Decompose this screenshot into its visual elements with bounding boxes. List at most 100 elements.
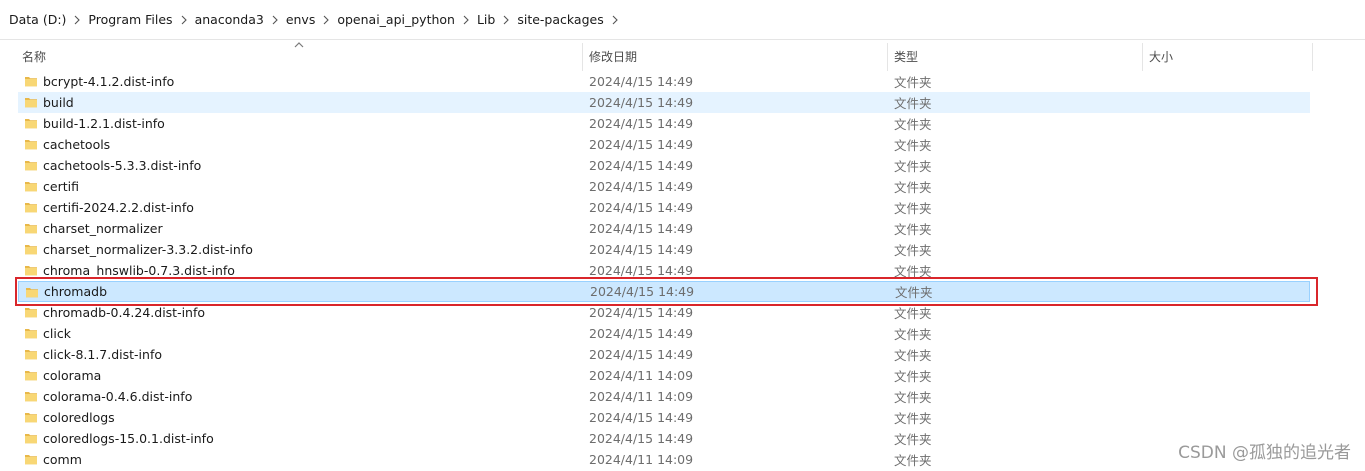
folder-icon bbox=[24, 74, 38, 88]
file-name: chroma_hnswlib-0.7.3.dist-info bbox=[43, 263, 235, 278]
file-name: chromadb bbox=[44, 284, 108, 299]
breadcrumb-item[interactable]: Program Files bbox=[88, 12, 172, 27]
file-list-row[interactable]: chroma_hnswlib-0.7.3.dist-info 2024/4/15 … bbox=[18, 260, 1310, 281]
file-name: coloredlogs bbox=[43, 410, 115, 425]
file-list-row[interactable]: chromadb-0.4.24.dist-info 2024/4/15 14:49… bbox=[18, 302, 1310, 323]
folder-icon bbox=[24, 137, 38, 151]
file-list-row[interactable]: coloredlogs 2024/4/15 14:49 文件夹 bbox=[18, 407, 1310, 428]
file-name: colorama-0.4.6.dist-info bbox=[43, 389, 193, 404]
file-list-row[interactable]: certifi 2024/4/15 14:49 文件夹 bbox=[18, 176, 1310, 197]
file-type: 文件夹 bbox=[894, 432, 932, 447]
file-name: charset_normalizer bbox=[43, 221, 163, 236]
file-modified-date: 2024/4/15 14:49 bbox=[589, 326, 694, 341]
file-type: 文件夹 bbox=[894, 327, 932, 342]
file-list-row[interactable]: bcrypt-4.1.2.dist-info 2024/4/15 14:49 文件夹 bbox=[18, 71, 1310, 92]
file-type: 文件夹 bbox=[894, 243, 932, 258]
breadcrumb-item[interactable]: anaconda3 bbox=[195, 12, 264, 27]
file-name: certifi-2024.2.2.dist-info bbox=[43, 200, 194, 215]
column-header-size[interactable]: 大小 bbox=[1143, 43, 1312, 71]
file-type: 文件夹 bbox=[894, 117, 932, 132]
breadcrumb-item[interactable]: Lib bbox=[477, 12, 495, 27]
folder-icon bbox=[24, 326, 38, 340]
folder-icon bbox=[24, 242, 38, 256]
file-type: 文件夹 bbox=[895, 285, 933, 300]
file-modified-date: 2024/4/15 14:49 bbox=[589, 116, 694, 131]
file-list-row[interactable]: cachetools-5.3.3.dist-info 2024/4/15 14:4… bbox=[18, 155, 1310, 176]
column-header-name[interactable]: 名称 bbox=[16, 43, 582, 71]
file-name: colorama bbox=[43, 368, 102, 383]
file-list-row[interactable]: click 2024/4/15 14:49 文件夹 bbox=[18, 323, 1310, 344]
file-type: 文件夹 bbox=[894, 201, 932, 216]
folder-icon bbox=[24, 263, 38, 277]
file-name: click bbox=[43, 326, 71, 341]
file-type: 文件夹 bbox=[894, 75, 932, 90]
folder-icon bbox=[24, 221, 38, 235]
chevron-right-icon[interactable] bbox=[495, 12, 517, 28]
column-header-type[interactable]: 类型 bbox=[888, 43, 1142, 71]
folder-icon bbox=[24, 347, 38, 361]
file-modified-date: 2024/4/11 14:09 bbox=[589, 452, 694, 467]
file-modified-date: 2024/4/15 14:49 bbox=[589, 158, 694, 173]
chevron-right-icon[interactable] bbox=[264, 12, 286, 28]
breadcrumb-item[interactable]: openai_api_python bbox=[337, 12, 455, 27]
file-type: 文件夹 bbox=[894, 264, 932, 279]
file-list-row[interactable]: build-1.2.1.dist-info 2024/4/15 14:49 文件夹 bbox=[18, 113, 1310, 134]
breadcrumb-item[interactable]: envs bbox=[286, 12, 316, 27]
file-type: 文件夹 bbox=[894, 180, 932, 195]
watermark: CSDN @孤独的追光者 bbox=[1178, 443, 1351, 463]
column-header-row: 名称 修改日期 类型 大小 bbox=[0, 42, 1365, 71]
file-name: comm bbox=[43, 452, 82, 467]
file-list-row[interactable]: charset_normalizer-3.3.2.dist-info 2024/4… bbox=[18, 239, 1310, 260]
folder-icon bbox=[24, 410, 38, 424]
file-modified-date: 2024/4/15 14:49 bbox=[589, 200, 694, 215]
folder-icon bbox=[25, 285, 39, 299]
file-modified-date: 2024/4/11 14:09 bbox=[589, 368, 694, 383]
file-modified-date: 2024/4/15 14:49 bbox=[589, 431, 694, 446]
folder-icon bbox=[24, 305, 38, 319]
file-type: 文件夹 bbox=[894, 348, 932, 363]
file-type: 文件夹 bbox=[894, 453, 932, 468]
file-modified-date: 2024/4/15 14:49 bbox=[589, 305, 694, 320]
file-name: build bbox=[43, 95, 74, 110]
file-modified-date: 2024/4/15 14:49 bbox=[589, 242, 694, 257]
file-list-row[interactable]: build 2024/4/15 14:49 文件夹 bbox=[18, 92, 1310, 113]
folder-icon bbox=[24, 368, 38, 382]
file-list-row[interactable]: colorama-0.4.6.dist-info 2024/4/11 14:09 文… bbox=[18, 386, 1310, 407]
column-divider[interactable] bbox=[1312, 43, 1313, 71]
file-type: 文件夹 bbox=[894, 138, 932, 153]
breadcrumb: Data (D:) Program Files anaconda3 envs opena… bbox=[0, 0, 1365, 40]
file-modified-date: 2024/4/15 14:49 bbox=[589, 95, 694, 110]
file-list-row[interactable]: click-8.1.7.dist-info 2024/4/15 14:49 文件夹 bbox=[18, 344, 1310, 365]
chevron-right-icon[interactable] bbox=[455, 12, 477, 28]
breadcrumb-item[interactable]: Data (D:) bbox=[9, 12, 66, 27]
file-modified-date: 2024/4/15 14:49 bbox=[589, 221, 694, 236]
file-type: 文件夹 bbox=[894, 390, 932, 405]
file-type: 文件夹 bbox=[894, 96, 932, 111]
file-name: build-1.2.1.dist-info bbox=[43, 116, 165, 131]
chevron-right-icon[interactable] bbox=[173, 12, 195, 28]
file-type: 文件夹 bbox=[894, 369, 932, 384]
chevron-right-icon[interactable] bbox=[315, 12, 337, 28]
file-name: coloredlogs-15.0.1.dist-info bbox=[43, 431, 214, 446]
chevron-right-icon[interactable] bbox=[604, 12, 626, 28]
file-list-row[interactable]: chromadb 2024/4/15 14:49 文件夹 bbox=[18, 281, 1310, 302]
file-type: 文件夹 bbox=[894, 222, 932, 237]
file-list-row[interactable]: coloredlogs-15.0.1.dist-info 2024/4/15 14… bbox=[18, 428, 1310, 449]
file-type: 文件夹 bbox=[894, 306, 932, 321]
folder-icon bbox=[24, 452, 38, 466]
file-modified-date: 2024/4/11 14:09 bbox=[589, 389, 694, 404]
folder-icon bbox=[24, 116, 38, 130]
file-name: chromadb-0.4.24.dist-info bbox=[43, 305, 206, 320]
file-modified-date: 2024/4/15 14:49 bbox=[589, 263, 694, 278]
chevron-right-icon[interactable] bbox=[66, 12, 88, 28]
file-list-row[interactable]: colorama 2024/4/11 14:09 文件夹 bbox=[18, 365, 1310, 386]
file-list-row[interactable]: cachetools 2024/4/15 14:49 文件夹 bbox=[18, 134, 1310, 155]
file-name: charset_normalizer-3.3.2.dist-info bbox=[43, 242, 253, 257]
file-name: cachetools bbox=[43, 137, 111, 152]
folder-icon bbox=[24, 431, 38, 445]
file-list-row[interactable]: charset_normalizer 2024/4/15 14:49 文件夹 bbox=[18, 218, 1310, 239]
file-list-row[interactable]: certifi-2024.2.2.dist-info 2024/4/15 14:4… bbox=[18, 197, 1310, 218]
file-list-row[interactable]: comm 2024/4/11 14:09 文件夹 bbox=[18, 449, 1310, 470]
column-header-date[interactable]: 修改日期 bbox=[583, 43, 887, 71]
breadcrumb-item[interactable]: site-packages bbox=[517, 12, 603, 27]
